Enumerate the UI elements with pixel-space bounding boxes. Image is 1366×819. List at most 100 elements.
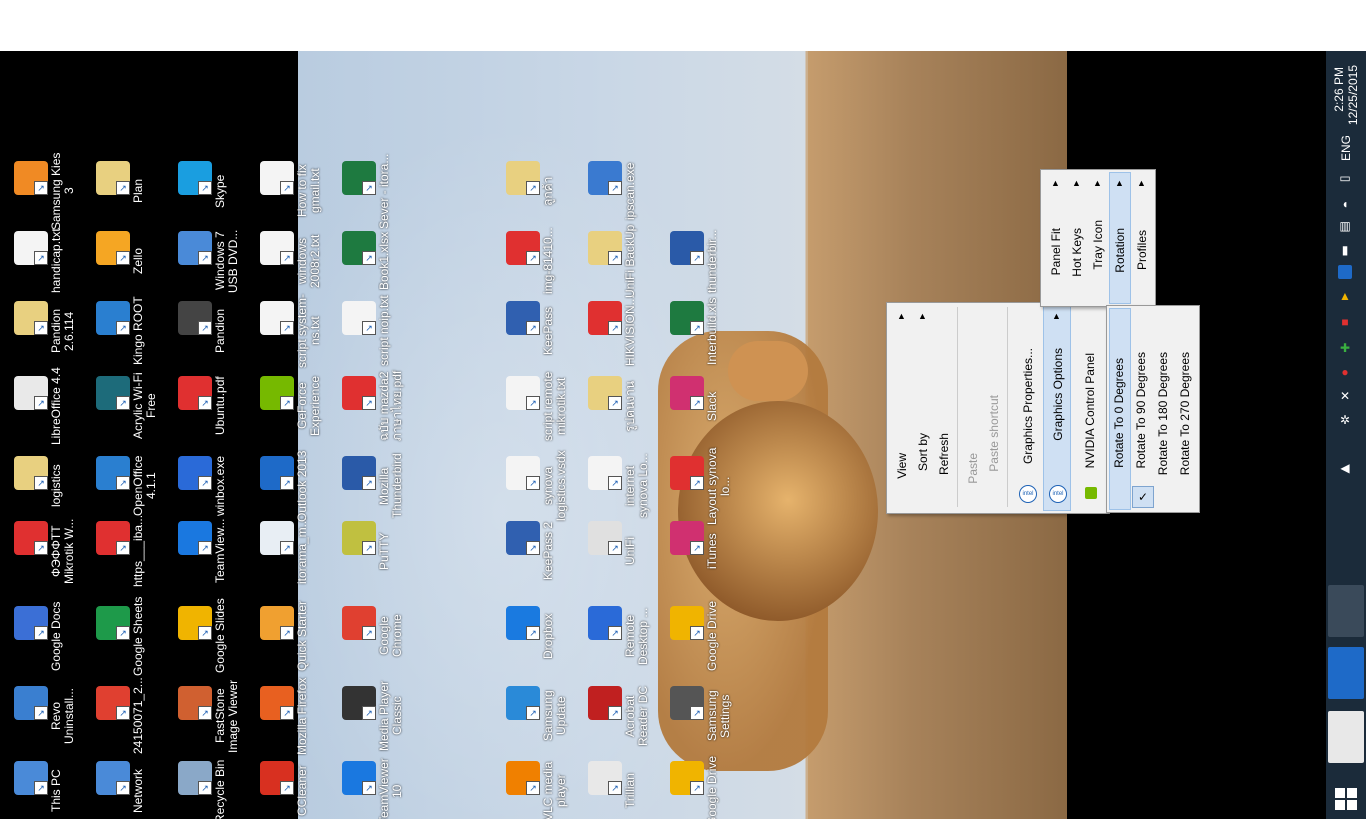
desktop-icon[interactable]: ↗ Ubuntu.pdf xyxy=(172,366,252,446)
desktop-icon[interactable]: ↗ Google Slides xyxy=(172,596,252,676)
menu-item-nvidia-control-panel[interactable]: NVIDIA Control Panel xyxy=(1083,353,1097,468)
desktop-icon[interactable]: ↗ Network xyxy=(90,751,170,819)
desktop[interactable]: ↗ Samsung Kies 3 ↗ handicap.txt ↗ Pandion 2.6… xyxy=(0,51,1326,819)
desktop-icon[interactable]: ↗ KeePass 2 xyxy=(500,511,580,591)
desktop-icon[interactable]: ↗ UniFi xyxy=(582,511,662,591)
desktop-icon[interactable]: ↗ ФЭΦΦΤΤ Mikrotik W... xyxy=(8,511,88,591)
desktop-icon[interactable]: ↗ GeForce Experience xyxy=(254,366,334,446)
desktop-icon[interactable]: ↗ FastStone Image Viewer xyxy=(172,676,252,756)
desktop-icon[interactable]: ↗ LibreOffice 4.4 xyxy=(8,366,88,446)
desktop-icon[interactable]: ↗ Google Sheets xyxy=(90,596,170,676)
desktop-icon[interactable]: ↗ Recycle Bin xyxy=(172,751,252,819)
desktop-icon[interactable]: ↗ KeePass xyxy=(500,291,580,371)
menu-item-panel-fit[interactable]: Panel Fit xyxy=(1049,228,1063,275)
desktop-icon[interactable]: ↗ handicap.txt xyxy=(8,221,88,301)
desktop-icon[interactable]: ↗ Zello xyxy=(90,221,170,301)
red-tray-icon[interactable]: ● xyxy=(1338,365,1352,379)
desktop-icon[interactable]: ↗ TeamViewer 10 xyxy=(336,751,416,819)
desktop-icon[interactable]: ↗ CCleaner xyxy=(254,751,334,819)
desktop-icon[interactable]: ↗ Google Drive xyxy=(664,596,744,676)
menu-item-tray-icon[interactable]: Tray Icon xyxy=(1091,220,1105,270)
menu-item-rotate-270[interactable]: Rotate To 270 Degrees xyxy=(1178,352,1192,475)
desktop-icon[interactable]: ↗ This PC xyxy=(8,751,88,819)
desktop-icon[interactable]: ↗ Trillian xyxy=(582,751,662,819)
desktop-icon[interactable]: ↗ Samsung Settings xyxy=(664,676,744,756)
taskbar-paint-icon[interactable] xyxy=(1328,585,1364,637)
desktop-icon[interactable]: ↗ Acrobat Reader DC xyxy=(582,676,662,756)
desktop-icon[interactable]: ↗ TeamView... xyxy=(172,511,252,591)
desktop-icon[interactable]: ↗ itorama_m... xyxy=(254,511,334,591)
desktop-icon[interactable]: ↗ Revo Uninstall... xyxy=(8,676,88,756)
desktop-icon[interactable]: ↗ UniFi BackUp xyxy=(582,221,662,301)
desktop-icon[interactable]: ↗ Kingo ROOT xyxy=(90,291,170,371)
desktop-icon[interactable]: ↗ script system-ns.txt xyxy=(254,291,334,371)
clock-time[interactable]: 2:26 PM xyxy=(1332,67,1346,112)
desktop-icon[interactable]: ↗ Google Docs xyxy=(8,596,88,676)
desktop-icon[interactable]: ↗ Pandion xyxy=(172,291,252,371)
menu-item-graphics-options[interactable]: Graphics Options xyxy=(1051,348,1065,441)
mute-tray-icon[interactable]: ✕ xyxy=(1338,389,1352,403)
clock-date[interactable]: 12/25/2015 xyxy=(1346,65,1360,125)
menu-item-paste[interactable]: Paste xyxy=(966,453,980,484)
desktop-icon[interactable]: ↗ img-81410... xyxy=(500,221,580,301)
menu-item-refresh[interactable]: Refresh xyxy=(937,433,951,475)
green-tray-icon[interactable]: ✚ xyxy=(1338,341,1352,355)
desktop-icon[interactable]: ↗ ฉบับ mazda2 ภาษาไทย.pdf xyxy=(336,366,416,446)
desktop-icon[interactable]: ↗ Google Chrome xyxy=(336,596,416,676)
desktop-icon[interactable]: ↗ VLC media player xyxy=(500,751,580,819)
desktop-icon[interactable]: ↗ Samsung Kies 3 xyxy=(8,151,88,231)
show-hidden-icons-icon[interactable]: ◀ xyxy=(1338,461,1352,475)
menu-item-hot-keys[interactable]: Hot Keys xyxy=(1070,228,1084,277)
google-drive-tray-icon[interactable]: ▲ xyxy=(1338,289,1352,303)
desktop-icon[interactable]: ↗ Mozilla Firefox xyxy=(254,676,334,756)
language-indicator[interactable]: ENG xyxy=(1339,135,1353,161)
desktop-icon[interactable]: ↗ thunderbir... xyxy=(664,221,744,301)
desktop-icon[interactable]: ↗ Quick Starter xyxy=(254,596,334,676)
desktop-icon[interactable]: ↗ script remote mikrotik.txt xyxy=(500,366,580,446)
menu-item-sort-by[interactable]: Sort by xyxy=(916,433,930,471)
desktop-icon[interactable]: ↗ Windows 7 USB DVD... xyxy=(172,221,252,301)
desktop-icon[interactable]: ↗ ipscan.exe xyxy=(582,151,662,231)
menu-item-graphics-properties[interactable]: Graphics Properties... xyxy=(1021,348,1035,464)
power-icon[interactable]: ▮ xyxy=(1338,243,1352,257)
taskbar-slack-icon[interactable] xyxy=(1328,711,1364,763)
menu-item-view[interactable]: View xyxy=(895,453,909,479)
menu-item-paste-shortcut[interactable]: Paste shortcut xyxy=(987,395,1001,472)
desktop-icon[interactable]: ↗ Book1.xlsx xyxy=(336,221,416,301)
desktop-icon[interactable]: ↗ 24150071_2... xyxy=(90,676,170,756)
desktop-icon[interactable]: ↗ iTunes xyxy=(664,511,744,591)
start-button[interactable] xyxy=(1326,779,1366,819)
desktop-icon[interactable]: ↗ Slack xyxy=(664,366,744,446)
desktop-icon[interactable]: ↗ Samsung Update xyxy=(500,676,580,756)
desktop-icon[interactable]: ↗ Plan xyxy=(90,151,170,231)
desktop-icon[interactable]: ↗ PuTTY xyxy=(336,511,416,591)
desktop-icon[interactable]: ↗ Remote Desktop ... xyxy=(582,596,662,676)
desktop-icon[interactable]: ↗ HIKVISION... xyxy=(582,291,662,371)
menu-item-rotate-90[interactable]: Rotate To 90 Degrees xyxy=(1134,352,1148,469)
desktop-icon[interactable]: ↗ Interbuild.xls xyxy=(664,291,744,371)
desktop-icon[interactable]: ↗ windows 2008r2.txt xyxy=(254,221,334,301)
desktop-icon[interactable]: ↗ Media Player Classic xyxy=(336,676,416,756)
desktop-icon[interactable]: ↗ Google Drive xyxy=(664,751,744,819)
desktop-icon[interactable]: ↗ Dropbox xyxy=(500,596,580,676)
outlook-tray-icon[interactable] xyxy=(1338,265,1352,279)
menu-item-profiles[interactable]: Profiles xyxy=(1135,230,1149,270)
desktop-icon[interactable]: ↗ ลูกค้า xyxy=(500,151,580,231)
desktop-icon[interactable]: ↗ Sever - itora... xyxy=(336,151,416,231)
taskbar-outlook-icon[interactable] xyxy=(1328,647,1364,699)
desktop-icon[interactable]: ↗ https___iba... xyxy=(90,511,170,591)
settings-tray-icon[interactable]: ✲ xyxy=(1338,413,1352,427)
desktop-icon[interactable]: ↗ script noip.txt xyxy=(336,291,416,371)
desktop-icon[interactable]: ↗ รูปคนงาน xyxy=(582,366,662,446)
desktop-icon[interactable]: ↗ Pandion 2.6.114 xyxy=(8,291,88,371)
desktop-icon[interactable]: ↗ Skype xyxy=(172,151,252,231)
notification-icon[interactable]: ▭ xyxy=(1338,171,1352,185)
menu-item-rotation[interactable]: Rotation xyxy=(1113,228,1127,273)
volume-icon[interactable]: ◖ xyxy=(1338,197,1352,211)
menu-item-rotate-180[interactable]: Rotate To 180 Degrees xyxy=(1156,352,1170,475)
network-tray-icon[interactable]: ▥ xyxy=(1338,219,1352,233)
desktop-icon[interactable]: ↗ How to fix gmail.txt xyxy=(254,151,334,231)
desktop-icon[interactable]: ↗ Acrylic Wi-Fi Free xyxy=(90,366,170,446)
shield-tray-icon[interactable]: ■ xyxy=(1338,315,1352,329)
menu-item-rotate-0[interactable]: Rotate To 0 Degrees xyxy=(1112,358,1126,468)
